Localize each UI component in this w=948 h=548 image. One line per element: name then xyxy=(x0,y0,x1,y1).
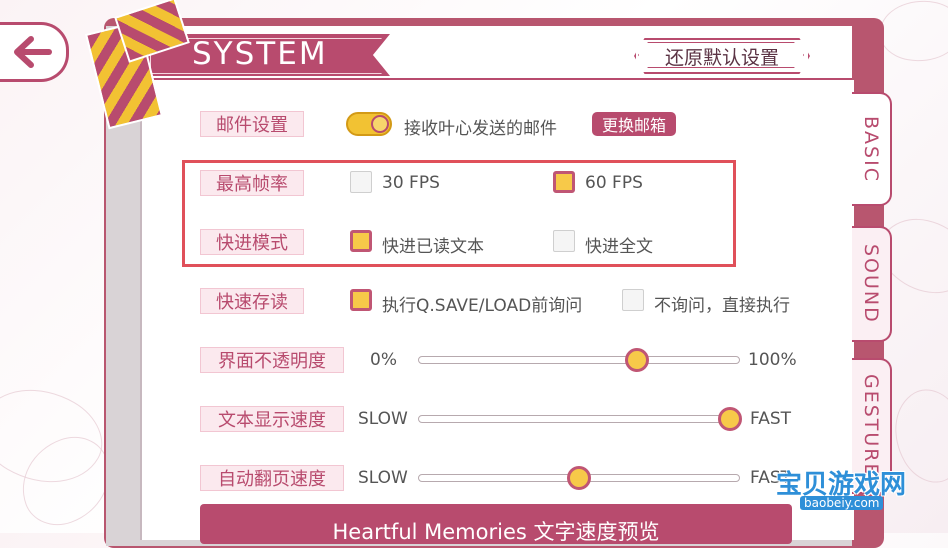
skip-read-label: 快进已读文本 xyxy=(382,237,484,257)
max-fps-label: 最高帧率 xyxy=(200,170,304,196)
auto-speed-label: 自动翻页速度 xyxy=(200,465,344,491)
page-title: SYSTEM xyxy=(192,36,328,72)
auto-speed-slider-knob[interactable] xyxy=(567,466,591,490)
mail-toggle-text: 接收叶心发送的邮件 xyxy=(404,119,557,139)
reset-defaults-border xyxy=(638,42,804,68)
skip-all-label: 快进全文 xyxy=(585,237,653,257)
tab-basic-label: BASIC xyxy=(860,115,882,183)
quick-save-label: 快速存读 xyxy=(200,288,304,314)
fps-30-label: 30 FPS xyxy=(382,173,440,193)
quick-save-ask-checkbox[interactable] xyxy=(350,289,372,311)
fps-60-label: 60 FPS xyxy=(585,173,643,193)
quick-save-ask-label: 执行Q.SAVE/LOAD前询问 xyxy=(382,296,583,316)
skip-read-checkbox[interactable] xyxy=(350,230,372,252)
background-petal xyxy=(875,0,948,69)
tab-sound-label: SOUND xyxy=(860,244,882,324)
quick-save-direct-checkbox[interactable] xyxy=(622,289,644,311)
mail-settings-label: 邮件设置 xyxy=(200,111,304,137)
mail-toggle[interactable] xyxy=(346,112,392,136)
text-speed-slider[interactable] xyxy=(418,415,740,423)
text-speed-preview: Heartful Memories 文字速度预览 xyxy=(200,504,792,544)
toggle-knob xyxy=(371,115,389,133)
opacity-label: 界面不透明度 xyxy=(200,347,344,373)
opacity-min-label: 0% xyxy=(370,350,397,370)
skip-mode-label: 快进模式 xyxy=(200,229,304,255)
opacity-slider-knob[interactable] xyxy=(624,348,649,372)
opacity-slider[interactable] xyxy=(418,356,740,364)
fps-30-checkbox[interactable] xyxy=(350,171,372,193)
auto-speed-min-label: SLOW xyxy=(358,468,408,488)
text-speed-label: 文本显示速度 xyxy=(200,406,344,432)
opacity-max-label: 100% xyxy=(748,350,797,370)
text-speed-min-label: SLOW xyxy=(358,409,408,429)
watermark: 宝贝游戏网 baobeiy.com xyxy=(770,464,920,514)
fps-60-checkbox[interactable] xyxy=(553,171,575,193)
skip-all-checkbox[interactable] xyxy=(553,230,575,252)
change-email-button[interactable]: 更换邮箱 xyxy=(592,112,676,136)
tab-basic[interactable]: BASIC xyxy=(852,92,892,206)
text-speed-max-label: FAST xyxy=(750,409,792,429)
tab-gesture-label: GESTURE xyxy=(860,374,882,478)
watermark-url: baobeiy.com xyxy=(800,496,884,510)
back-button[interactable] xyxy=(0,22,69,82)
tab-sound[interactable]: SOUND xyxy=(852,226,892,342)
quick-save-direct-label: 不询问，直接执行 xyxy=(654,296,790,316)
arrow-left-icon xyxy=(14,36,52,68)
